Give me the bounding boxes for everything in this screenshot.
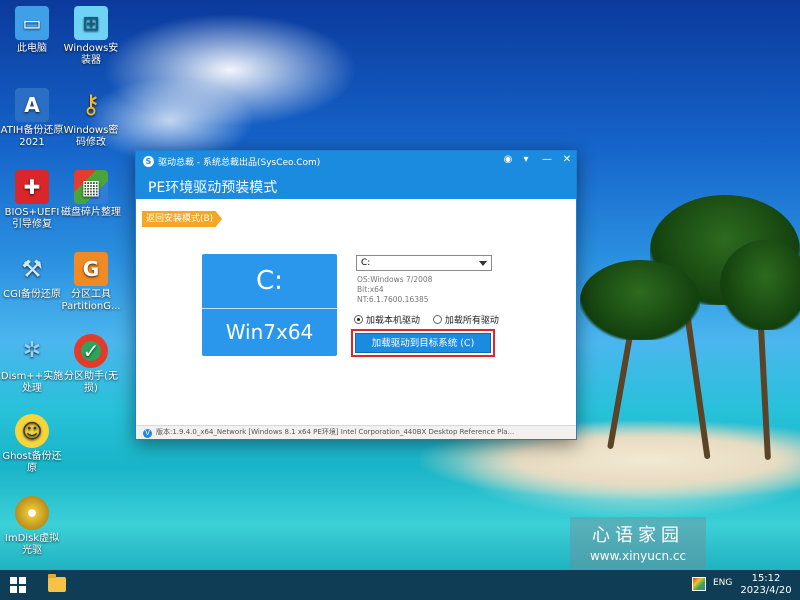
desktop-icon-atih-backup[interactable]: A ATIH备份还原2021: [0, 88, 64, 149]
info-bit: Bit:x64: [357, 285, 384, 294]
windows-logo-icon: [19, 586, 26, 593]
desktop-icon-windows-installer[interactable]: ⊞ Windows安装器: [59, 6, 123, 67]
imdisk-icon: [15, 496, 49, 530]
load-drivers-button[interactable]: 加载驱动到目标系统 (C): [355, 333, 491, 353]
desktop-icon-label: Windows安装器: [63, 43, 119, 66]
desktop-icon-label: 分区工具PartitionG...: [61, 289, 121, 312]
desktop-icon-label: ATIH备份还原2021: [0, 125, 64, 148]
ghost-icon: ☺: [15, 414, 49, 448]
drive-letter: C:: [202, 254, 337, 309]
desktop-icon-label: BIOS+UEFI引导修复: [4, 207, 60, 230]
site-watermark: 心语家园 www.xinyucn.cc: [570, 517, 706, 569]
desktop-icon-label: Windows密码修改: [63, 125, 119, 148]
menu-button[interactable]: ▾: [518, 153, 534, 167]
partition-tool-icon: G: [74, 252, 108, 286]
return-install-mode-tab[interactable]: 返回安装模式(B): [142, 211, 222, 227]
palm-fronds: [580, 260, 700, 340]
version-icon: V: [143, 429, 152, 438]
defrag-icon: ▦: [74, 170, 108, 204]
radio-load-all-drivers[interactable]: 加载所有驱动: [432, 315, 499, 326]
desktop-icon-this-pc[interactable]: ▭ 此电脑: [0, 6, 64, 55]
windows-logo-icon: [10, 586, 17, 593]
radio-load-local-drivers[interactable]: 加载本机驱动: [354, 315, 423, 326]
drive-os-name: Win7x64: [225, 320, 314, 344]
computer-icon: ▭: [15, 6, 49, 40]
partition-assistant-icon: ✓: [74, 334, 108, 368]
tray-app-icon[interactable]: [692, 577, 706, 591]
watermark-cn-text: 心语家园: [592, 525, 684, 546]
target-drive-card: C: Win7x64: [202, 254, 337, 356]
desktop-icon-windows-password[interactable]: ⚷ Windows密码修改: [59, 88, 123, 149]
watermark-url: www.xinyucn.cc: [589, 549, 687, 563]
boot-repair-icon: ✚: [15, 170, 49, 204]
drive-select[interactable]: C:: [356, 255, 492, 271]
dialog-heading: PE环境驱动预装模式: [148, 180, 278, 196]
file-explorer-icon[interactable]: [48, 574, 66, 592]
palm-fronds: [720, 240, 800, 330]
dism-icon: ✲: [22, 338, 42, 363]
atih-backup-icon: A: [15, 88, 49, 122]
desktop-icon-defrag[interactable]: ▦ 磁盘碎片整理: [59, 170, 123, 219]
desktop-icon-label: Dism++实施处理: [0, 371, 64, 394]
cgi-backup-icon: ⚒: [21, 255, 43, 283]
language-indicator[interactable]: ENG: [713, 578, 732, 588]
radio-unselected-icon: [432, 315, 442, 324]
desktop-icon-label: 磁盘碎片整理: [61, 207, 121, 218]
close-button[interactable]: ✕: [559, 153, 575, 167]
windows-logo-icon: [10, 577, 17, 584]
start-button[interactable]: [10, 577, 26, 593]
taskbar-clock[interactable]: 15:12 2023/4/20: [740, 573, 792, 597]
radio-local-label: 加载本机驱动: [366, 316, 421, 326]
minimize-button[interactable]: —: [539, 153, 555, 167]
desktop-icon-label: 分区助手(无损): [64, 371, 118, 394]
chevron-down-icon: [479, 261, 487, 266]
clock-date: 2023/4/20: [740, 585, 792, 596]
desktop-icon-label: CGI备份还原: [3, 289, 61, 300]
window-title: 驱动总裁 - 系统总裁出品(SysCeo.Com): [158, 158, 321, 168]
desktop-icon-bios-uefi-repair[interactable]: ✚ BIOS+UEFI引导修复: [0, 170, 64, 231]
key-icon: ⚷: [81, 90, 101, 120]
desktop-icon-label: 此电脑: [17, 43, 47, 54]
driver-scope-radio-group: 加载本机驱动 加载所有驱动: [354, 313, 499, 326]
skin-button[interactable]: ◉: [500, 153, 516, 167]
radio-selected-icon: [354, 315, 363, 324]
dialog-statusbar: V 版本:1.9.4.0_x64_Network [Windows 8.1 x64…: [136, 425, 576, 439]
windows-installer-icon: ⊞: [74, 6, 108, 40]
desktop-icon-ghost[interactable]: ☺ Ghost备份还原: [0, 414, 64, 475]
drive-select-value: C:: [361, 258, 371, 268]
driver-dialog-window: S 驱动总裁 - 系统总裁出品(SysCeo.Com) ◉ ▾ — ✕ PE环境…: [135, 150, 577, 440]
desktop-icon-partition-tool[interactable]: G 分区工具PartitionG...: [59, 252, 123, 313]
desktop-icon-partition-assistant[interactable]: ✓ 分区助手(无损): [59, 334, 123, 395]
info-os: OS:Windows 7/2008: [357, 275, 433, 284]
dialog-titlebar[interactable]: S 驱动总裁 - 系统总裁出品(SysCeo.Com) ◉ ▾ — ✕ PE环境…: [136, 151, 576, 199]
radio-all-label: 加载所有驱动: [444, 316, 499, 326]
desktop-icon-label: Ghost备份还原: [2, 451, 62, 474]
desktop-icon-cgi-backup[interactable]: ⚒ CGI备份还原: [0, 252, 64, 301]
app-logo-icon: S: [143, 156, 154, 167]
taskbar: ENG 15:12 2023/4/20: [0, 570, 800, 600]
windows-logo-icon: [19, 577, 26, 584]
desktop-icon-label: ImDisk虚拟光驱: [4, 533, 60, 556]
version-status-text: 版本:1.9.4.0_x64_Network [Windows 8.1 x64 …: [156, 428, 515, 436]
mode-tabstrip: 返回安装模式(B): [136, 211, 576, 233]
clock-time: 15:12: [751, 573, 781, 584]
info-nt: NT:6.1.7600.16385: [357, 295, 429, 304]
desktop-icon-imdisk[interactable]: ImDisk虚拟光驱: [0, 496, 64, 557]
desktop-icon-dism[interactable]: ✲ Dism++实施处理: [0, 334, 64, 395]
